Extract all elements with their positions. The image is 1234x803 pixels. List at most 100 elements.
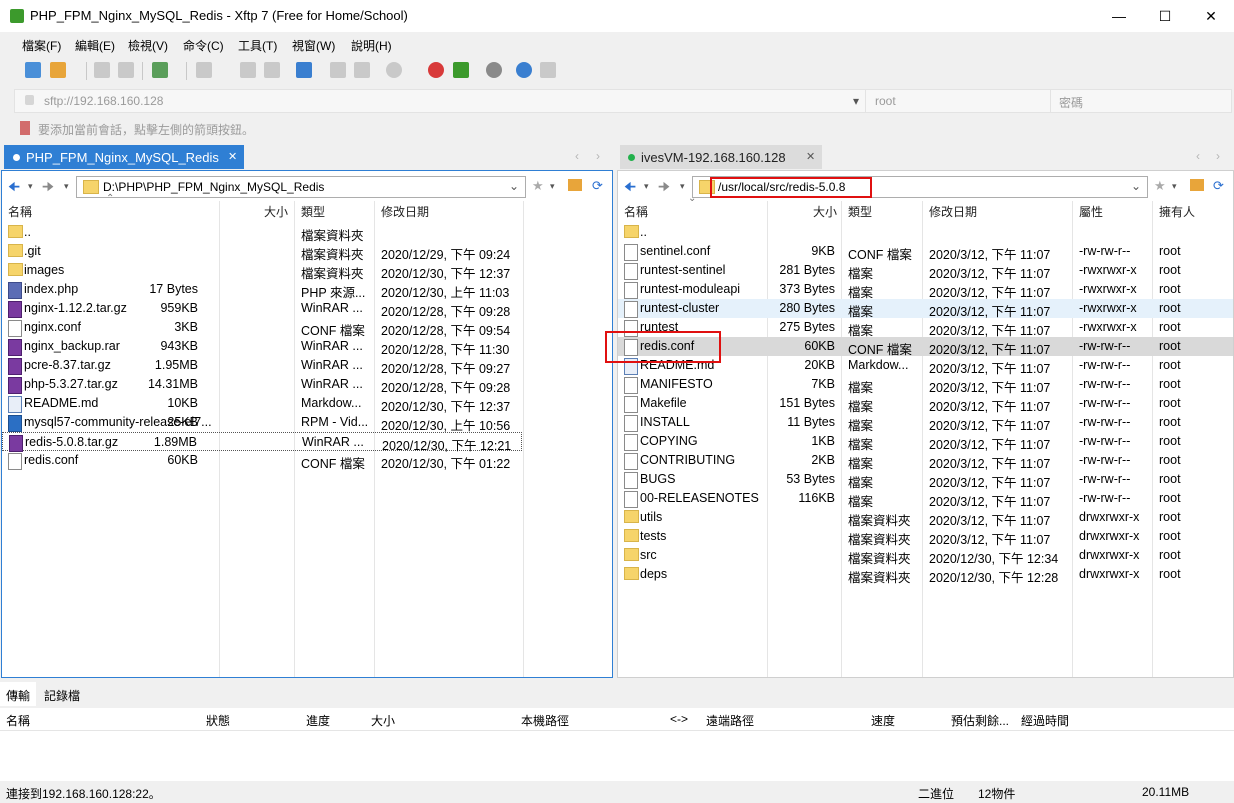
- header-type[interactable]: 類型: [301, 203, 325, 221]
- menu-view[interactable]: 檢視(V): [128, 37, 168, 54]
- file-row[interactable]: deps 檔案資料夾 2020/12/30, 下午 12:28 drwxrwxr-x r…: [618, 565, 1233, 585]
- new-session-icon[interactable]: [25, 62, 41, 78]
- path-dropdown-icon[interactable]: ⌄: [509, 179, 519, 193]
- stop-icon[interactable]: [386, 62, 402, 78]
- file-row[interactable]: nginx_backup.rar 943KB WinRAR ... 2020/12/2…: [2, 337, 522, 357]
- file-row[interactable]: nginx-1.12.2.tar.gz 959KB WinRAR ... 2020/1…: [2, 299, 522, 319]
- header-owner[interactable]: 擁有人: [1159, 203, 1195, 221]
- header-name[interactable]: 名稱: [624, 203, 648, 221]
- file-row[interactable]: Makefile 151 Bytes 檔案 2020/3/12, 下午 11:07 -r…: [618, 394, 1233, 414]
- menu-command[interactable]: 命令(C): [183, 37, 224, 54]
- copy-icon[interactable]: [240, 62, 256, 78]
- maximize-button[interactable]: ☐: [1142, 0, 1188, 32]
- transfer-icon[interactable]: [330, 62, 346, 78]
- file-row[interactable]: COPYING 1KB 檔案 2020/3/12, 下午 11:07 -rw-rw-r-…: [618, 432, 1233, 452]
- menu-window[interactable]: 視窗(W): [292, 37, 335, 54]
- file-row[interactable]: sentinel.conf 9KB CONF 檔案 2020/3/12, 下午 11:…: [618, 242, 1233, 262]
- user-input[interactable]: root: [875, 94, 896, 108]
- forward-dropdown-icon[interactable]: ▾: [680, 181, 685, 192]
- forward-dropdown-icon[interactable]: ▾: [64, 181, 69, 192]
- file-row[interactable]: redis-5.0.8.tar.gz 1.89MB WinRAR ... 2020/1…: [2, 432, 522, 453]
- xftp-icon[interactable]: [453, 62, 469, 78]
- open-folder-icon[interactable]: [50, 62, 66, 78]
- forward-icon[interactable]: 🠊: [42, 178, 54, 200]
- header-modified[interactable]: 修改日期: [381, 203, 429, 221]
- back-icon[interactable]: 🠈: [8, 178, 20, 200]
- right-tab-prev-icon[interactable]: ‹: [1196, 149, 1200, 163]
- header-modified[interactable]: 修改日期: [929, 203, 977, 221]
- back-dropdown-icon[interactable]: ▾: [28, 181, 33, 192]
- bookmark-star-icon[interactable]: ★: [532, 178, 544, 194]
- xfer-header-elapsed[interactable]: 經過時間: [1021, 712, 1069, 729]
- xfer-header-local-path[interactable]: 本機路徑: [521, 712, 569, 729]
- file-row[interactable]: utils 檔案資料夾 2020/3/12, 下午 11:07 drwxrwxr-x r…: [618, 508, 1233, 528]
- file-row[interactable]: INSTALL 11 Bytes 檔案 2020/3/12, 下午 11:07 -rw-…: [618, 413, 1233, 433]
- file-row[interactable]: src 檔案資料夾 2020/12/30, 下午 12:34 drwxrwxr-x ro…: [618, 546, 1233, 566]
- refresh-icon[interactable]: ⟳: [1213, 178, 1224, 194]
- tab-local[interactable]: PHP_FPM_Nginx_MySQL_Redis ✕: [4, 145, 244, 169]
- forward-icon[interactable]: 🠊: [658, 178, 670, 200]
- file-row[interactable]: pcre-8.37.tar.gz 1.95MB WinRAR ... 2020/12/…: [2, 356, 522, 376]
- file-row[interactable]: runtest-moduleapi 373 Bytes 檔案 2020/3/12, 下…: [618, 280, 1233, 300]
- home-icon[interactable]: [568, 179, 582, 191]
- back-icon[interactable]: 🠈: [624, 178, 636, 200]
- file-row[interactable]: MANIFESTO 7KB 檔案 2020/3/12, 下午 11:07 -rw-rw-…: [618, 375, 1233, 395]
- header-name[interactable]: 名稱: [8, 203, 32, 221]
- menu-edit[interactable]: 編輯(E): [75, 37, 115, 54]
- tab-transfer[interactable]: 傳輸: [6, 687, 30, 704]
- bookmark-icon[interactable]: [20, 121, 30, 135]
- file-row[interactable]: runtest-sentinel 281 Bytes 檔案 2020/3/12, 下午…: [618, 261, 1233, 281]
- sync-icon[interactable]: [296, 62, 312, 78]
- file-row[interactable]: README.md 10KB Markdow... 2020/12/30, 下午 12…: [2, 394, 522, 414]
- transfer-list[interactable]: [0, 731, 1234, 781]
- header-type[interactable]: 類型: [848, 203, 872, 221]
- file-row[interactable]: .git 檔案資料夾 2020/12/29, 下午 09:24: [2, 242, 522, 262]
- file-row[interactable]: .. 檔案資料夾: [2, 223, 522, 243]
- path-dropdown-icon[interactable]: ⌄: [1131, 179, 1141, 193]
- chat-icon[interactable]: [540, 62, 556, 78]
- host-input[interactable]: sftp://192.168.160.128: [44, 94, 163, 108]
- gear-icon[interactable]: [486, 62, 502, 78]
- bookmark-dropdown-icon[interactable]: ▾: [1172, 181, 1177, 192]
- xshell-icon[interactable]: [428, 62, 444, 78]
- disconnect-icon[interactable]: [118, 62, 134, 78]
- xfer-header-name[interactable]: 名稱: [6, 712, 30, 729]
- password-input[interactable]: 密碼: [1059, 94, 1083, 111]
- close-button[interactable]: ✕: [1188, 0, 1234, 32]
- new-window-icon[interactable]: [152, 62, 168, 78]
- close-tab-icon[interactable]: ✕: [228, 150, 237, 163]
- xfer-header-status[interactable]: 狀態: [206, 712, 230, 729]
- back-dropdown-icon[interactable]: ▾: [644, 181, 649, 192]
- file-row[interactable]: index.php 17 Bytes PHP 來源... 2020/12/30, 上午…: [2, 280, 522, 300]
- right-tab-next-icon[interactable]: ›: [1216, 149, 1220, 163]
- host-dropdown-icon[interactable]: ▾: [853, 94, 859, 108]
- file-row[interactable]: ..: [618, 223, 1233, 242]
- header-attributes[interactable]: 屬性: [1079, 203, 1103, 221]
- xfer-header-progress[interactable]: 進度: [306, 712, 330, 729]
- menu-file[interactable]: 檔案(F): [22, 37, 61, 54]
- bookmark-dropdown-icon[interactable]: ▾: [550, 181, 555, 192]
- menu-help[interactable]: 說明(H): [351, 37, 392, 54]
- connect-icon[interactable]: [94, 62, 110, 78]
- xfer-header-eta[interactable]: 預估剩餘...: [951, 712, 1009, 729]
- file-row[interactable]: images 檔案資料夾 2020/12/30, 下午 12:37: [2, 261, 522, 281]
- help-icon[interactable]: [516, 62, 532, 78]
- bookmark-star-icon[interactable]: ★: [1154, 178, 1166, 194]
- paste-icon[interactable]: [264, 62, 280, 78]
- file-row[interactable]: redis.conf 60KB CONF 檔案 2020/12/30, 下午 01:2…: [2, 451, 522, 471]
- menu-tools[interactable]: 工具(T): [238, 37, 277, 54]
- minimize-button[interactable]: —: [1096, 0, 1142, 32]
- left-tab-next-icon[interactable]: ›: [596, 149, 600, 163]
- left-tab-prev-icon[interactable]: ‹: [575, 149, 579, 163]
- file-row[interactable]: tests 檔案資料夾 2020/3/12, 下午 11:07 drwxrwxr-x r…: [618, 527, 1233, 547]
- file-row[interactable]: mysql57-community-release-el7... 25KB RPM …: [2, 413, 522, 433]
- file-row[interactable]: php-5.3.27.tar.gz 14.31MB WinRAR ... 2020/1…: [2, 375, 522, 395]
- header-size[interactable]: 大小: [264, 203, 288, 221]
- file-row[interactable]: BUGS 53 Bytes 檔案 2020/3/12, 下午 11:07 -rw-rw-…: [618, 470, 1233, 490]
- refresh-icon[interactable]: ⟳: [592, 178, 603, 194]
- file-row[interactable]: nginx.conf 3KB CONF 檔案 2020/12/28, 下午 09:54: [2, 318, 522, 338]
- file-row[interactable]: runtest-cluster 280 Bytes 檔案 2020/3/12, 下午 …: [618, 299, 1233, 319]
- xfer-header-speed[interactable]: 速度: [871, 712, 895, 729]
- file-row[interactable]: 00-RELEASENOTES 116KB 檔案 2020/3/12, 下午 11:0…: [618, 489, 1233, 509]
- xfer-header-remote-path[interactable]: 遠端路徑: [706, 712, 754, 729]
